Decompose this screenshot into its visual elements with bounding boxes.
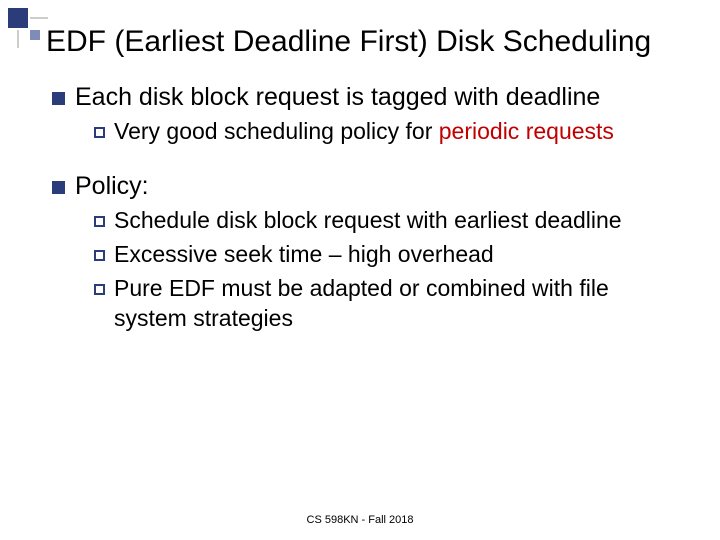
text-highlight: periodic requests <box>439 118 614 144</box>
slide-footer: CS 598KN - Fall 2018 <box>0 514 720 526</box>
hollow-square-bullet-icon <box>94 250 105 261</box>
square-bullet-icon <box>52 92 65 105</box>
slide-title: EDF (Earliest Deadline First) Disk Sched… <box>46 24 680 60</box>
bullet-level2: Schedule disk block request with earlies… <box>94 206 680 236</box>
bullet-text: Each disk block request is tagged with d… <box>75 82 600 113</box>
hollow-square-bullet-icon <box>94 284 105 295</box>
text-part: Very good scheduling policy for <box>114 118 439 144</box>
slide-body: EDF (Earliest Deadline First) Disk Sched… <box>0 0 720 334</box>
bullet-level2: Very good scheduling policy for periodic… <box>94 117 680 147</box>
bullet-text: Schedule disk block request with earlies… <box>114 206 622 236</box>
bullet-level2: Excessive seek time – high overhead <box>94 240 680 270</box>
bullet-text: Policy: <box>75 171 149 202</box>
hollow-square-bullet-icon <box>94 127 105 138</box>
bullet-text: Very good scheduling policy for periodic… <box>114 117 614 147</box>
bullet-text: Excessive seek time – high overhead <box>114 240 494 270</box>
bullet-text: Pure EDF must be adapted or combined wit… <box>114 274 680 334</box>
hollow-square-bullet-icon <box>94 216 105 227</box>
bullet-level2: Pure EDF must be adapted or combined wit… <box>94 274 680 334</box>
square-bullet-icon <box>52 181 65 194</box>
bullet-level1: Policy: <box>52 171 680 202</box>
bullet-level1: Each disk block request is tagged with d… <box>52 82 680 113</box>
corner-decoration <box>8 8 42 42</box>
